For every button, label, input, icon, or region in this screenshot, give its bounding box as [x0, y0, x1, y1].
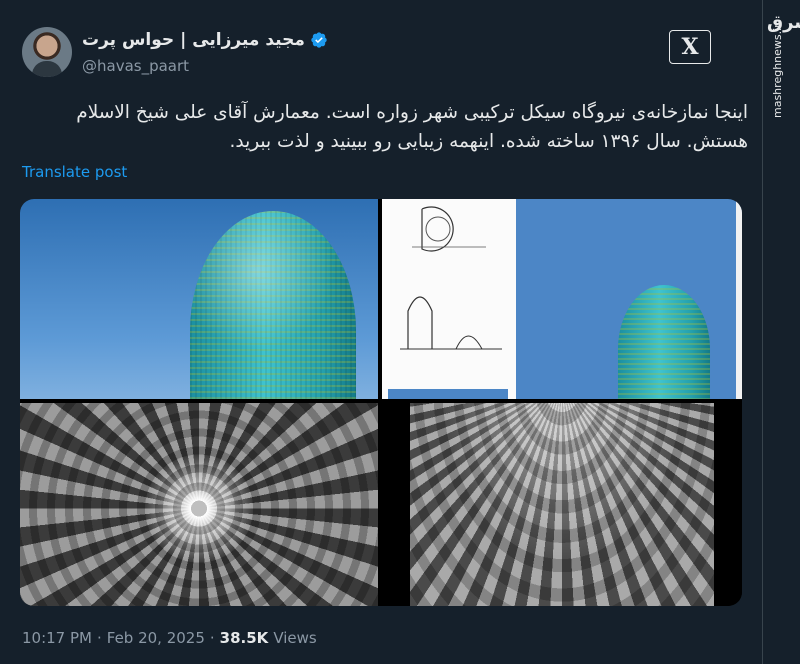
verified-badge-icon [311, 32, 327, 48]
dome-image-small [618, 285, 710, 399]
author-name-row: مجید میرزایی | حواس پرت [82, 30, 328, 50]
dome-image [190, 211, 356, 399]
plan-drawing-icon [388, 206, 508, 399]
views-count[interactable]: 38.5K [220, 629, 269, 647]
media-photo-spiral-ceiling[interactable] [20, 403, 378, 606]
author-display-name[interactable]: مجید میرزایی | حواس پرت [82, 30, 305, 50]
media-photo-tiled-ceiling[interactable] [382, 403, 742, 606]
media-photo-plan-and-dome[interactable] [382, 199, 742, 399]
avatar[interactable] [22, 27, 72, 77]
image-edge [736, 199, 742, 399]
meta-separator: · [96, 629, 102, 647]
media-photo-dome[interactable] [20, 199, 378, 399]
ceiling-pattern-image [410, 403, 714, 606]
author-handle[interactable]: @havas_paart [82, 57, 189, 75]
post-meta: 10:17 PM · Feb 20, 2025 · 38.5K Views [22, 629, 317, 647]
x-logo-icon[interactable]: X [669, 30, 711, 64]
media-grid [20, 199, 742, 606]
watermark-url: mashreghnews.ir [771, 23, 784, 118]
views-label: Views [273, 629, 317, 647]
tweet-text: اینجا نمازخانه‌ی نیروگاه سیکل ترکیبی شهر… [76, 102, 748, 152]
divider [762, 0, 763, 664]
architectural-plan-image [382, 199, 516, 399]
translate-post-link[interactable]: Translate post [22, 163, 127, 181]
spiral-pattern-image [20, 403, 378, 606]
site-watermark: مشرق mashreghnews.ir [765, 0, 800, 130]
meta-separator: · [209, 629, 215, 647]
post-time[interactable]: 10:17 PM [22, 629, 92, 647]
tweet-card: مجید میرزایی | حواس پرت @havas_paart X ا… [0, 0, 762, 664]
post-date[interactable]: Feb 20, 2025 [107, 629, 205, 647]
